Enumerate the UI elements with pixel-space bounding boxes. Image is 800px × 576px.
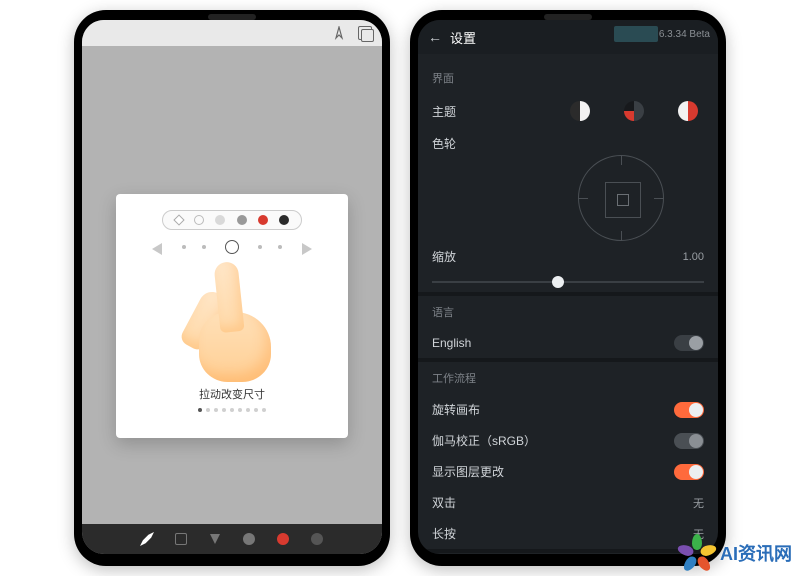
swatch-dark-icon: [279, 215, 289, 225]
row-rotate-label: 旋转画布: [432, 401, 480, 418]
row-longpress-label: 长按: [432, 525, 456, 542]
row-zoom-value: 1.00: [683, 251, 704, 263]
back-icon[interactable]: ←: [428, 29, 442, 45]
slider-knob-icon[interactable]: [552, 276, 564, 288]
pager-dot[interactable]: [206, 408, 210, 412]
watermark: AI资讯网: [680, 536, 792, 570]
toggle-english[interactable]: [674, 335, 704, 351]
version-label: 6.3.34 Beta: [659, 29, 710, 40]
theme-dark-icon[interactable]: [624, 101, 644, 121]
hand-illustration: [177, 262, 287, 382]
tutorial-card: 拉动改变尺寸: [116, 194, 348, 438]
bottom-toolbar: [82, 524, 382, 554]
section-language: 语言: [432, 304, 704, 320]
section-workflow: 工作流程: [432, 370, 704, 386]
shape-tool-icon[interactable]: [174, 532, 188, 546]
size-slider[interactable]: [152, 240, 312, 258]
layers-icon[interactable]: [358, 26, 372, 40]
row-doubletap-label: 双击: [432, 494, 456, 511]
screen-left: 拉动改变尺寸: [82, 20, 382, 554]
pager-dot[interactable]: [222, 408, 226, 412]
swatch-light-icon: [215, 215, 225, 225]
color-dark-icon[interactable]: [310, 532, 324, 546]
brush-size-pill[interactable]: [162, 210, 302, 230]
phone-left: 拉动改变尺寸: [74, 10, 390, 566]
row-zoom: 缩放 1.00: [432, 241, 704, 272]
row-gamma[interactable]: 伽马校正（sRGB）: [432, 425, 704, 456]
row-english-label: English: [432, 336, 471, 350]
color-wheel-icon[interactable]: [578, 155, 664, 241]
pager-dot[interactable]: [230, 408, 234, 412]
row-zoom-label: 缩放: [432, 248, 456, 265]
pager-dots[interactable]: [198, 408, 266, 412]
pager-dot[interactable]: [214, 408, 218, 412]
toggle-layerchange[interactable]: [674, 464, 704, 480]
row-theme-label: 主题: [432, 103, 456, 120]
pager-dot[interactable]: [238, 408, 242, 412]
swatch-red-icon: [258, 215, 268, 225]
row-layerchange-label: 显示图层更改: [432, 463, 504, 480]
row-rotate-canvas[interactable]: 旋转画布: [432, 394, 704, 425]
page-title: 设置: [450, 28, 476, 47]
color-grey-icon[interactable]: [242, 532, 256, 546]
pager-dot[interactable]: [262, 408, 266, 412]
row-gamma-label: 伽马校正（sRGB）: [432, 432, 536, 449]
theme-red-icon[interactable]: [678, 101, 698, 121]
section-interface: 界面: [432, 70, 704, 86]
row-english[interactable]: English: [432, 328, 704, 358]
row-wheel-label: 色轮: [432, 135, 456, 152]
row-theme[interactable]: 主题: [432, 94, 704, 128]
watermark-logo-icon: [680, 536, 714, 570]
toggle-gamma[interactable]: [674, 433, 704, 449]
color-red-icon[interactable]: [276, 532, 290, 546]
pager-dot[interactable]: [254, 408, 258, 412]
zoom-slider[interactable]: [432, 272, 704, 292]
slider-handle-icon: [225, 240, 239, 254]
top-toolbar: [82, 20, 382, 46]
row-doubletap-value: 无: [693, 495, 704, 511]
screen-right: ← 设置 6.3.34 Beta 界面 主题 色轮: [418, 20, 718, 554]
row-longpress[interactable]: 长按 无: [432, 518, 704, 549]
swatch-grey-icon: [237, 215, 247, 225]
pager-dot[interactable]: [246, 408, 250, 412]
phone-right: ← 设置 6.3.34 Beta 界面 主题 色轮: [410, 10, 726, 566]
compass-icon[interactable]: [332, 26, 346, 40]
settings-header: ← 设置 6.3.34 Beta: [418, 20, 718, 54]
toggle-rotate[interactable]: [674, 402, 704, 418]
pager-dot[interactable]: [198, 408, 202, 412]
tutorial-caption: 拉动改变尺寸: [199, 386, 265, 402]
brush-tool-icon[interactable]: [140, 532, 154, 546]
row-doubletap[interactable]: 双击 无: [432, 487, 704, 518]
header-badge[interactable]: [614, 26, 658, 42]
arrow-left-icon: [152, 243, 162, 255]
row-layer-change[interactable]: 显示图层更改: [432, 456, 704, 487]
theme-light-icon[interactable]: [570, 101, 590, 121]
fx-tool-icon[interactable]: [208, 532, 222, 546]
watermark-text: AI资讯网: [720, 540, 792, 566]
pencil-icon: [173, 214, 184, 225]
swatch-empty-icon: [194, 215, 204, 225]
arrow-right-icon: [302, 243, 312, 255]
